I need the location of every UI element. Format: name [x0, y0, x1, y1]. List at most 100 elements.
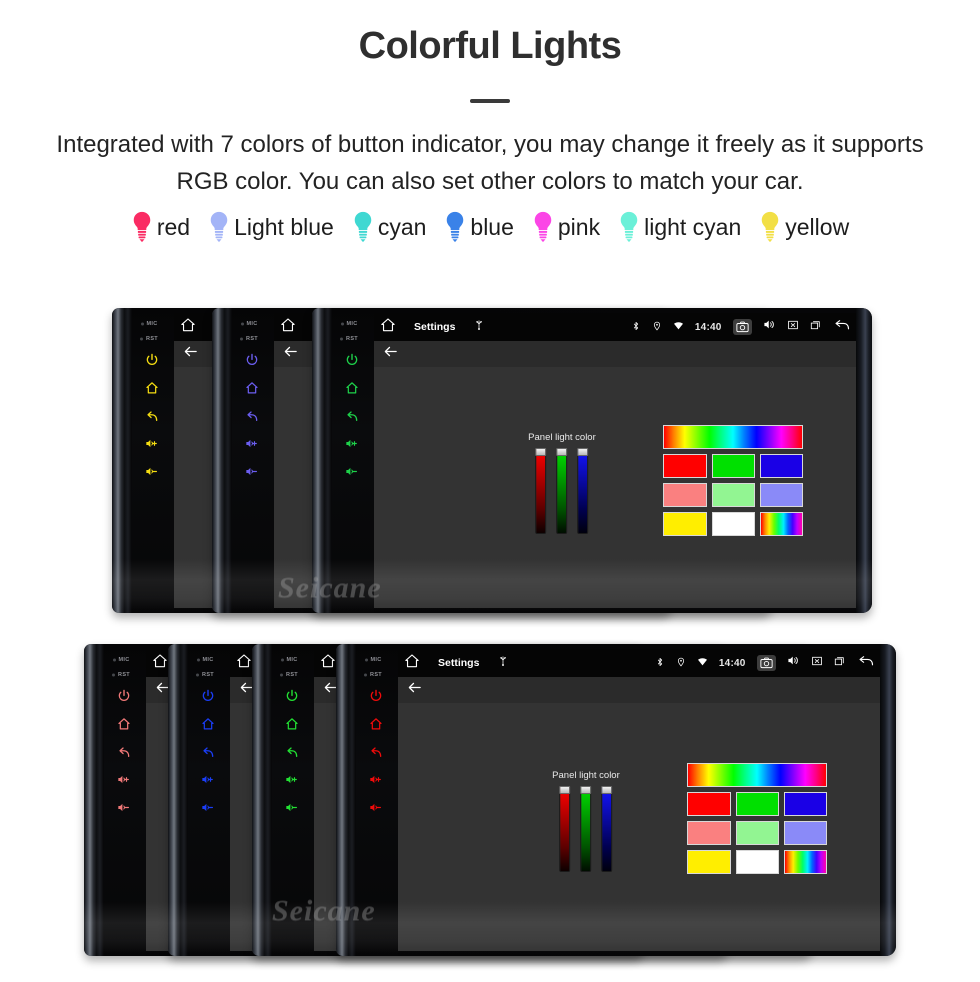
swatch-rainbow[interactable] — [783, 849, 828, 874]
green-slider[interactable] — [556, 448, 568, 535]
swatch-red[interactable] — [687, 791, 731, 816]
volume-down-icon[interactable] — [201, 801, 215, 815]
home-icon[interactable] — [117, 717, 131, 731]
volume-up-icon[interactable] — [285, 773, 299, 787]
volume-down-icon[interactable] — [145, 465, 159, 479]
volume-down-icon[interactable] — [245, 465, 259, 479]
swatch-rainbow[interactable] — [759, 511, 804, 536]
back-icon[interactable] — [201, 745, 215, 759]
swatch-green[interactable] — [735, 791, 779, 816]
camera-icon[interactable] — [732, 319, 752, 335]
power-icon[interactable] — [145, 353, 159, 367]
recent-apps-icon[interactable] — [810, 318, 822, 336]
swatch-blue[interactable] — [783, 791, 828, 816]
swatch-white[interactable] — [711, 511, 755, 536]
swatch-light-blue[interactable] — [783, 820, 828, 845]
volume-down-icon[interactable] — [117, 801, 131, 815]
home-icon[interactable] — [201, 717, 215, 731]
back-icon[interactable] — [245, 409, 259, 423]
home-icon[interactable] — [320, 653, 336, 674]
volume-down-icon[interactable] — [369, 801, 383, 815]
home-icon[interactable] — [369, 717, 383, 731]
legend-item-red: red — [131, 210, 190, 244]
home-icon[interactable] — [404, 653, 420, 674]
swatch-light-red[interactable] — [687, 820, 731, 845]
hue-gradient-bar[interactable] — [687, 762, 828, 787]
legend-label: yellow — [785, 213, 850, 240]
back-arrow-icon[interactable] — [857, 654, 875, 673]
volume-up-icon[interactable] — [245, 437, 259, 451]
volume-down-icon[interactable] — [345, 465, 359, 479]
back-icon[interactable] — [345, 409, 359, 423]
rst-label[interactable]: RST — [370, 672, 382, 678]
volume-up-icon[interactable] — [117, 773, 131, 787]
unit-red: MIC RST Settings 14:40 Panel light color — [336, 644, 896, 956]
slider-thumb[interactable] — [580, 785, 592, 794]
slider-thumb[interactable] — [556, 448, 568, 457]
close-box-icon[interactable] — [787, 318, 799, 336]
volume-icon[interactable] — [763, 318, 776, 336]
green-slider[interactable] — [580, 785, 592, 872]
back-arrow-icon[interactable] — [833, 318, 851, 337]
volume-up-icon[interactable] — [345, 437, 359, 451]
swatch-white[interactable] — [735, 849, 779, 874]
swatch-light-blue[interactable] — [759, 482, 804, 507]
red-slider[interactable] — [535, 448, 547, 535]
slider-thumb[interactable] — [577, 448, 589, 457]
slider-thumb[interactable] — [535, 448, 547, 457]
back-arrow-icon[interactable] — [407, 680, 422, 700]
red-slider[interactable] — [559, 785, 571, 872]
rst-label[interactable]: RST — [118, 672, 130, 678]
home-icon[interactable] — [285, 717, 299, 731]
power-icon[interactable] — [117, 689, 131, 703]
swatch-red[interactable] — [663, 453, 707, 478]
rst-label[interactable]: RST — [286, 672, 298, 678]
close-box-icon[interactable] — [811, 654, 823, 672]
back-arrow-icon[interactable] — [183, 344, 198, 364]
rst-label[interactable]: RST — [146, 336, 158, 342]
power-icon[interactable] — [201, 689, 215, 703]
swatch-light-green[interactable] — [711, 482, 755, 507]
rst-label[interactable]: RST — [246, 336, 258, 342]
swatch-blue[interactable] — [759, 453, 804, 478]
rst-label[interactable]: RST — [202, 672, 214, 678]
home-icon[interactable] — [180, 317, 196, 338]
camera-icon[interactable] — [756, 655, 776, 671]
back-icon[interactable] — [145, 409, 159, 423]
back-arrow-icon[interactable] — [283, 344, 298, 364]
blue-slider[interactable] — [577, 448, 589, 535]
home-icon[interactable] — [380, 317, 396, 338]
hue-gradient-bar[interactable] — [663, 424, 804, 449]
home-icon[interactable] — [152, 653, 168, 674]
home-icon[interactable] — [280, 317, 296, 338]
back-icon[interactable] — [285, 745, 299, 759]
swatch-yellow[interactable] — [687, 849, 731, 874]
home-icon[interactable] — [245, 381, 259, 395]
volume-down-icon[interactable] — [285, 801, 299, 815]
volume-up-icon[interactable] — [145, 437, 159, 451]
swatch-green[interactable] — [711, 453, 755, 478]
usb-icon — [473, 318, 485, 336]
home-icon[interactable] — [145, 381, 159, 395]
power-icon[interactable] — [369, 689, 383, 703]
home-icon[interactable] — [236, 653, 252, 674]
recent-apps-icon[interactable] — [834, 654, 846, 672]
swatch-light-green[interactable] — [735, 820, 779, 845]
rst-label[interactable]: RST — [346, 336, 358, 342]
slider-thumb[interactable] — [559, 785, 571, 794]
blue-slider[interactable] — [601, 785, 613, 872]
home-icon[interactable] — [345, 381, 359, 395]
power-icon[interactable] — [245, 353, 259, 367]
power-icon[interactable] — [285, 689, 299, 703]
back-icon[interactable] — [117, 745, 131, 759]
slider-thumb[interactable] — [601, 785, 613, 794]
volume-icon[interactable] — [787, 654, 800, 672]
back-arrow-icon[interactable] — [383, 344, 398, 364]
device-stack-bottom: MIC RST MIC RST MIC RST MIC RST Settings 14:40 Pan… — [84, 644, 896, 956]
power-icon[interactable] — [345, 353, 359, 367]
swatch-light-red[interactable] — [663, 482, 707, 507]
volume-up-icon[interactable] — [201, 773, 215, 787]
volume-up-icon[interactable] — [369, 773, 383, 787]
back-icon[interactable] — [369, 745, 383, 759]
swatch-yellow[interactable] — [663, 511, 707, 536]
